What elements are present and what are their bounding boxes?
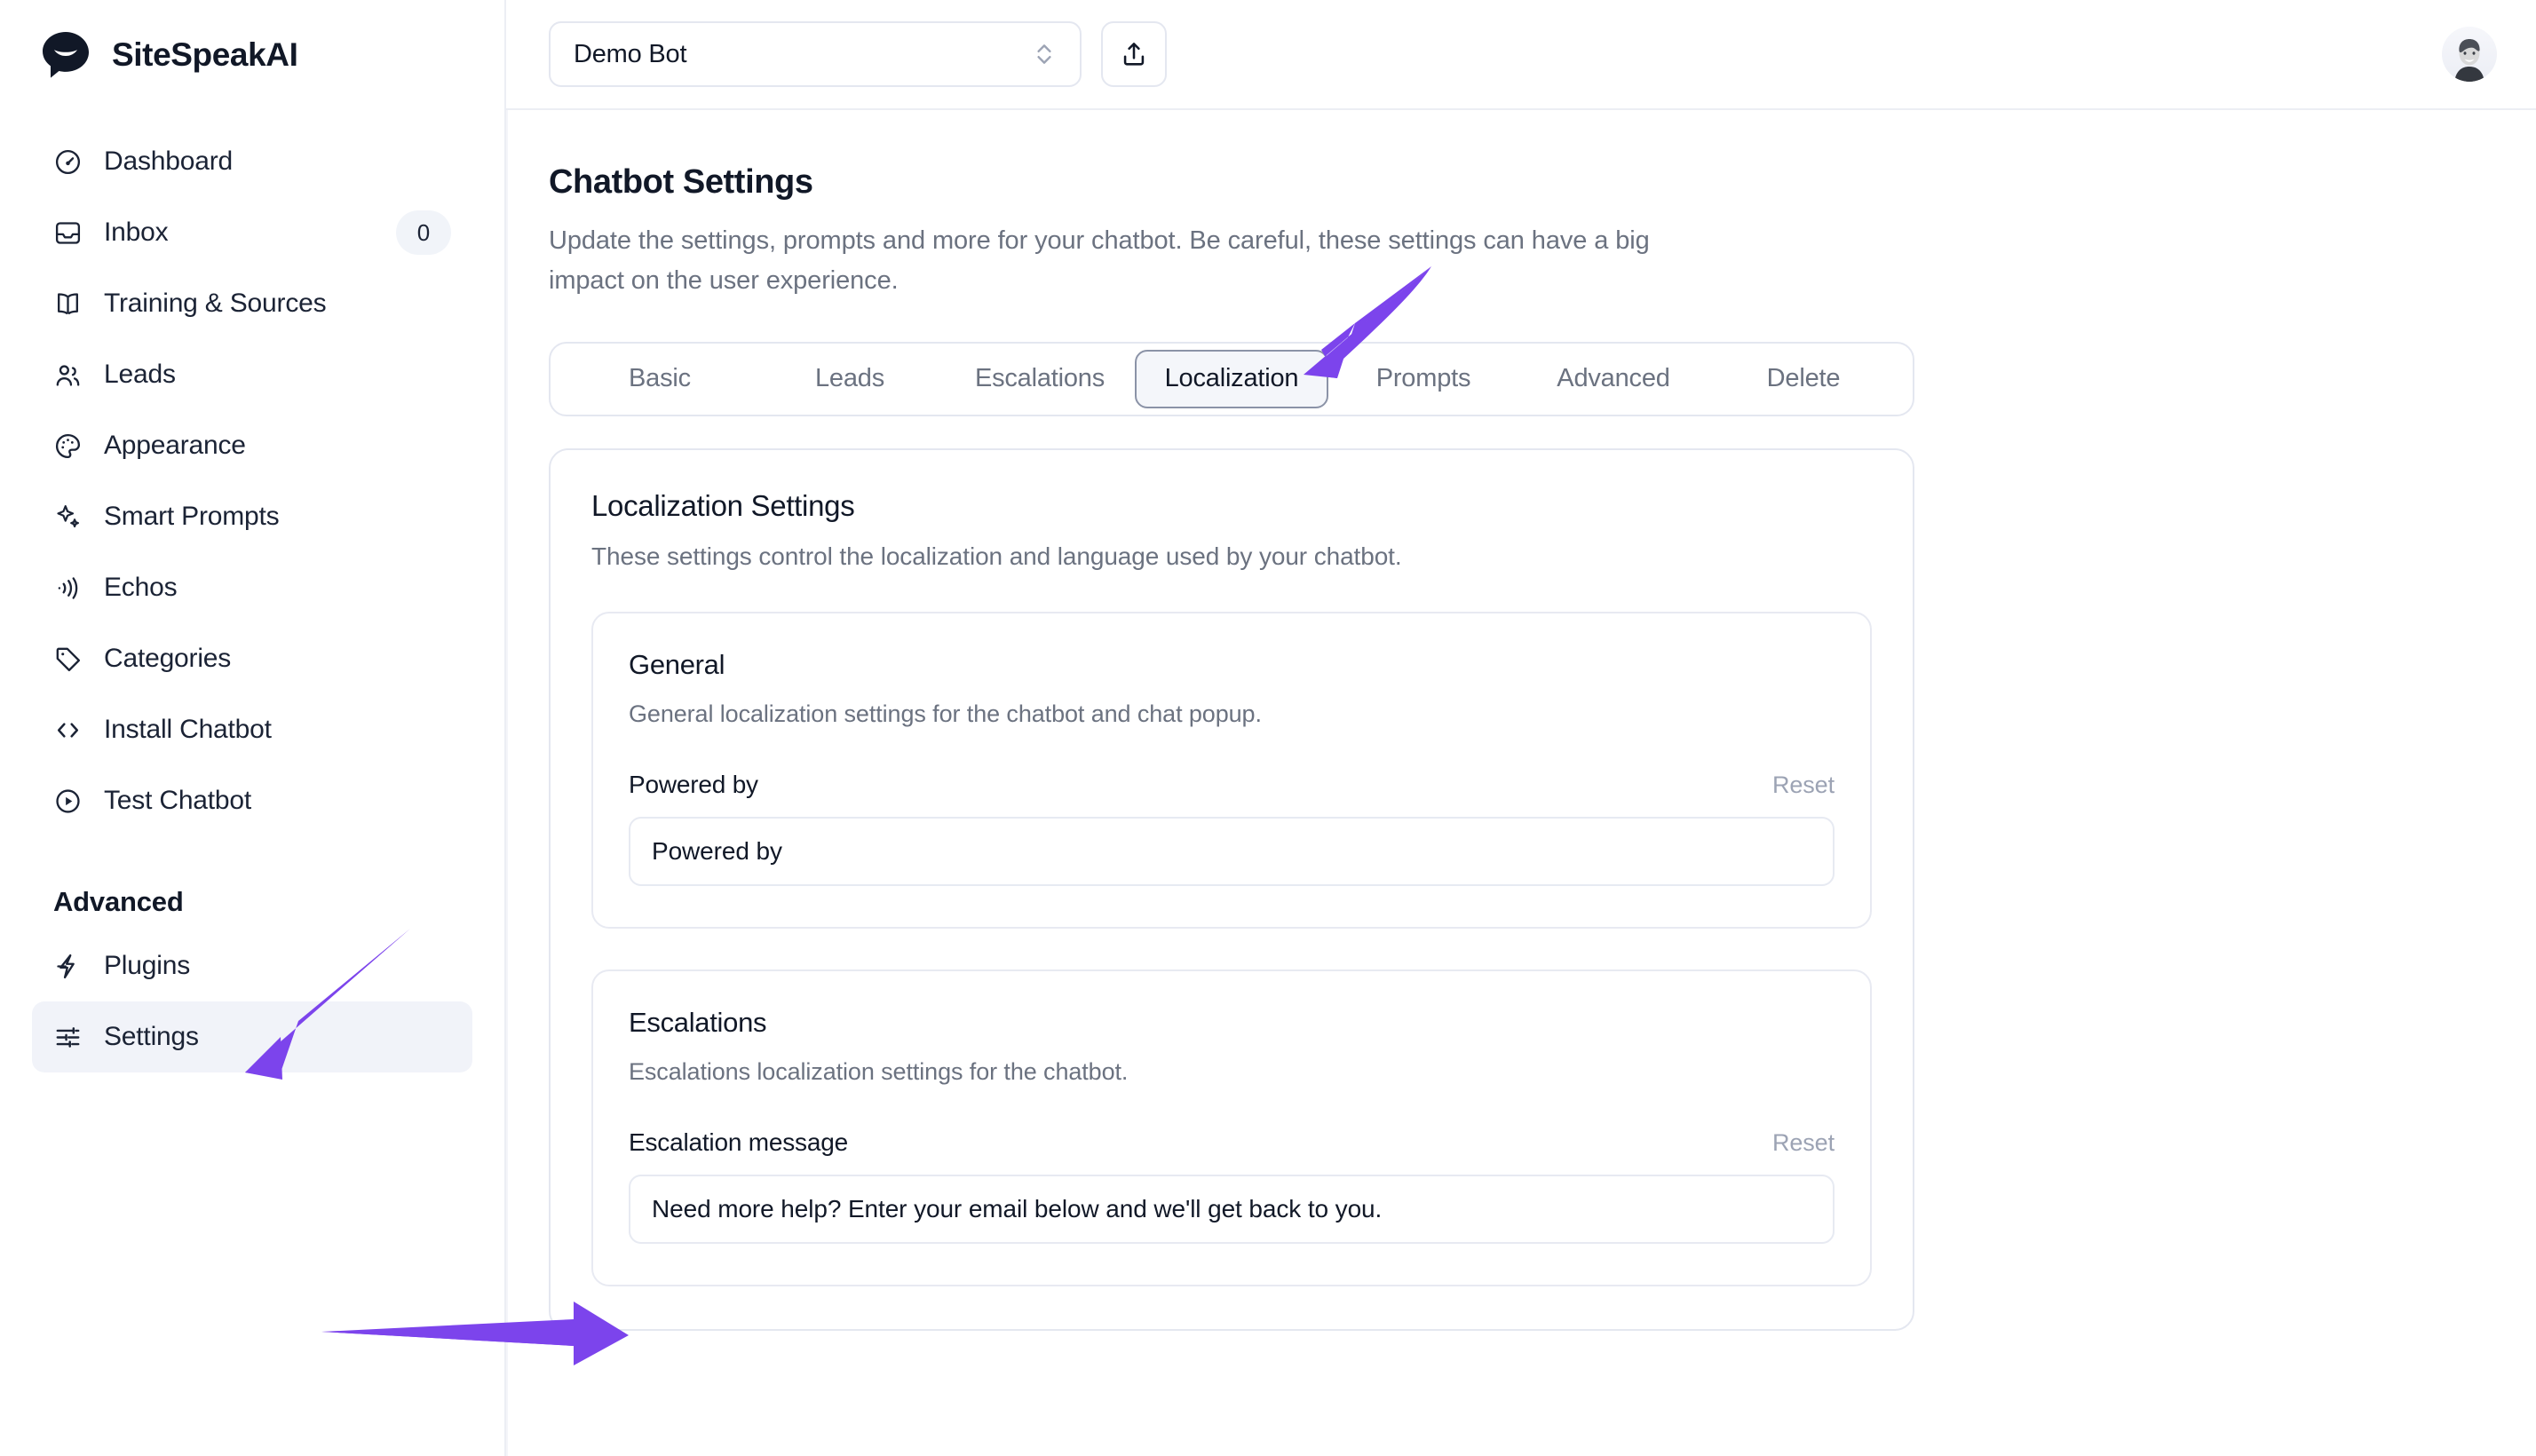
inbox-count-badge: 0 [396, 210, 451, 255]
sidebar-item-label: Settings [104, 1022, 199, 1051]
sidebar-item-label: Inbox [104, 218, 169, 247]
sidebar-nav: Dashboard Inbox 0 Training & Sources Lea… [32, 126, 472, 1072]
sidebar-item-plugins[interactable]: Plugins [32, 930, 472, 1001]
sidebar-item-label: Install Chatbot [104, 715, 272, 744]
tab-leads[interactable]: Leads [755, 350, 945, 408]
powered-by-input[interactable] [629, 816, 1835, 886]
field-label: Escalation message [629, 1128, 848, 1156]
sidebar-item-label: Test Chatbot [104, 786, 252, 815]
reset-powered-by-button[interactable]: Reset [1772, 772, 1835, 799]
app-root: SiteSpeakAI Dashboard Inbox 0 Training &… [0, 0, 2536, 1456]
book-open-icon [53, 289, 83, 319]
palette-icon [53, 431, 83, 461]
chat-bubble-logo-icon [39, 28, 92, 82]
play-circle-icon [53, 787, 83, 816]
tab-advanced[interactable]: Advanced [1518, 350, 1708, 408]
gauge-icon [53, 147, 83, 177]
lightning-bolt-icon [53, 952, 83, 981]
audio-waves-icon [53, 574, 83, 603]
code-brackets-icon [53, 716, 83, 745]
sidebar-item-inbox[interactable]: Inbox 0 [32, 197, 472, 268]
page-subtitle: Update the settings, prompts and more fo… [549, 226, 1650, 295]
chevron-up-down-icon [1032, 39, 1057, 69]
section-description: Escalations localization settings for th… [629, 1057, 1129, 1085]
sparkles-icon [53, 502, 83, 532]
localization-settings-card: Localization Settings These settings con… [549, 447, 1914, 1331]
tab-localization[interactable]: Localization [1135, 349, 1328, 408]
page-title: Chatbot Settings [549, 163, 813, 201]
tag-icon [53, 645, 83, 674]
field-header: Powered by Reset [629, 771, 1835, 799]
brand-name: SiteSpeakAI [112, 36, 298, 73]
inbox-icon [53, 218, 83, 248]
sidebar-item-label: Leads [104, 360, 176, 389]
sidebar-item-leads[interactable]: Leads [32, 339, 472, 410]
sidebar-item-label: Smart Prompts [104, 502, 280, 531]
sidebar-item-settings[interactable]: Settings [32, 1001, 472, 1072]
powered-by-field: Powered by Reset [629, 771, 1835, 886]
field-header: Escalation message Reset [629, 1128, 1835, 1157]
content-scroll-area[interactable]: Chatbot Settings Update the settings, pr… [506, 110, 2536, 1456]
sidebar-item-test-chatbot[interactable]: Test Chatbot [32, 765, 472, 836]
brand[interactable]: SiteSpeakAI [32, 0, 472, 110]
sidebar: SiteSpeakAI Dashboard Inbox 0 Training &… [0, 0, 506, 1456]
card-description: These settings control the localization … [591, 542, 1402, 570]
section-description: General localization settings for the ch… [629, 700, 1262, 727]
sidebar-item-label: Plugins [104, 951, 190, 980]
sidebar-item-categories[interactable]: Categories [32, 623, 472, 694]
escalations-section: Escalations Escalations localization set… [591, 969, 1872, 1286]
main-area: Demo Bot Chatbot Settings Update the set… [506, 0, 2536, 1456]
card-title: Localization Settings [591, 488, 855, 522]
sidebar-item-label: Dashboard [104, 146, 233, 176]
users-icon [53, 360, 83, 390]
sidebar-item-label: Appearance [104, 431, 246, 460]
section-title: Escalations [629, 1006, 767, 1038]
escalation-message-input[interactable] [629, 1174, 1835, 1244]
sliders-icon [53, 1023, 83, 1052]
tab-delete[interactable]: Delete [1708, 350, 1898, 408]
sidebar-item-label: Training & Sources [104, 289, 327, 318]
sidebar-item-install-chatbot[interactable]: Install Chatbot [32, 694, 472, 765]
tab-escalations[interactable]: Escalations [945, 350, 1135, 408]
sidebar-item-smart-prompts[interactable]: Smart Prompts [32, 481, 472, 552]
share-upload-icon [1119, 39, 1149, 69]
reset-escalation-message-button[interactable]: Reset [1772, 1129, 1835, 1157]
escalation-message-field: Escalation message Reset [629, 1128, 1835, 1244]
settings-tabs: Basic Leads Escalations Localization Pro… [549, 341, 1914, 416]
field-label: Powered by [629, 770, 758, 798]
sidebar-item-echos[interactable]: Echos [32, 552, 472, 623]
sidebar-section-title-advanced: Advanced [53, 886, 184, 917]
bot-selector-value: Demo Bot [574, 39, 687, 68]
share-button[interactable] [1101, 21, 1167, 87]
general-section: General General localization settings fo… [591, 611, 1872, 929]
bot-selector[interactable]: Demo Bot [549, 21, 1082, 87]
avatar[interactable] [2442, 27, 2497, 82]
sidebar-item-label: Echos [104, 573, 178, 602]
sidebar-item-appearance[interactable]: Appearance [32, 410, 472, 481]
tab-prompts[interactable]: Prompts [1328, 350, 1518, 408]
sidebar-item-dashboard[interactable]: Dashboard [32, 126, 472, 197]
tab-basic[interactable]: Basic [565, 350, 755, 408]
sidebar-item-label: Categories [104, 644, 232, 673]
sidebar-item-training-and-sources[interactable]: Training & Sources [32, 268, 472, 339]
section-title: General [629, 648, 725, 680]
topbar: Demo Bot [506, 0, 2536, 110]
